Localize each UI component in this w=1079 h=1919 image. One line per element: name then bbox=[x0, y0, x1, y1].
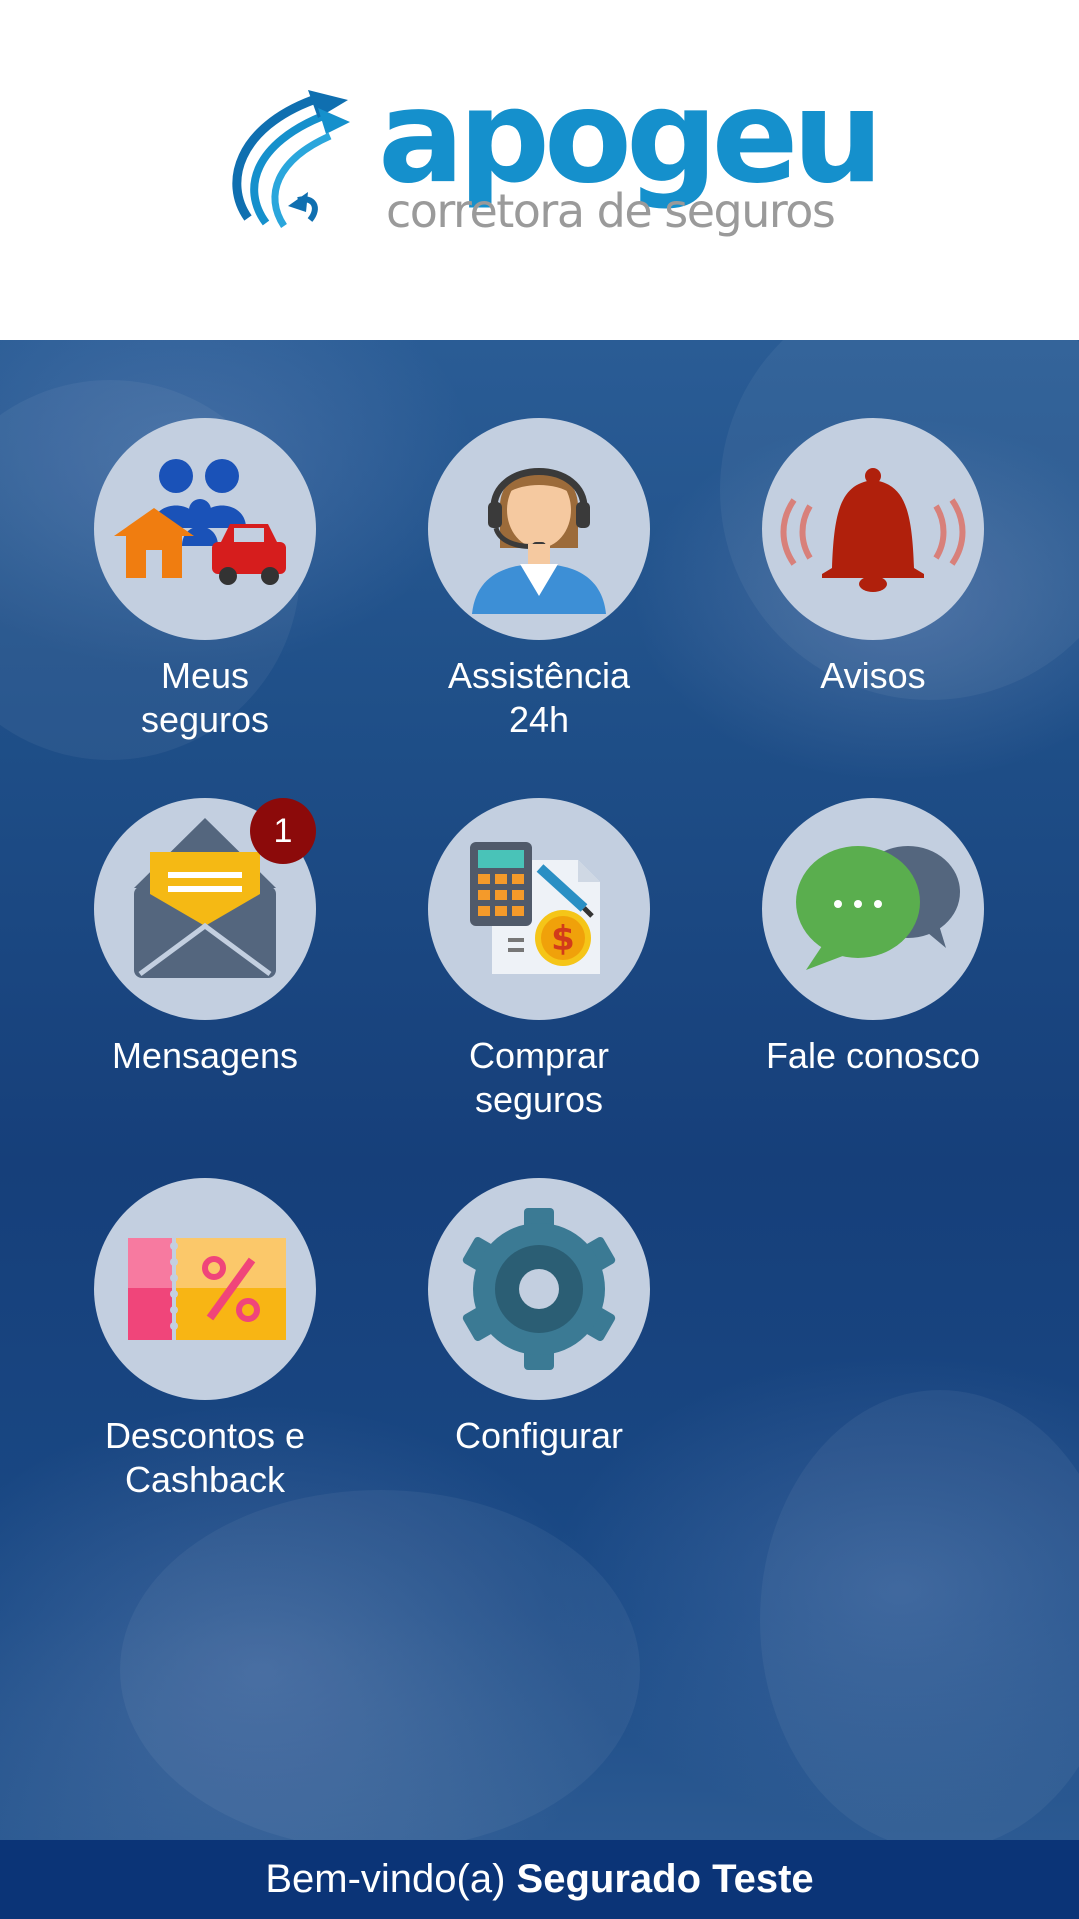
menu-item-label: Meus seguros bbox=[140, 655, 270, 740]
menu-item-label: Descontos e Cashback bbox=[104, 1415, 306, 1500]
background-blur-shape bbox=[760, 1390, 1079, 1840]
menu-item-meus-seguros[interactable]: Meus seguros bbox=[75, 418, 335, 742]
user-name: Segurado Teste bbox=[516, 1857, 814, 1901]
alarm-bell-icon bbox=[780, 468, 966, 592]
menu-item-label: Avisos bbox=[820, 655, 926, 696]
menu-icon-circle bbox=[428, 418, 650, 640]
discount-ticket-icon bbox=[128, 1238, 286, 1340]
menu-item-avisos[interactable]: Avisos bbox=[743, 418, 1003, 698]
header: apogeu corretora de seguros bbox=[0, 0, 1079, 340]
menu-icon-circle: $ bbox=[428, 798, 650, 1020]
gear-icon bbox=[462, 1208, 616, 1370]
menu-item-label: Mensagens bbox=[111, 1035, 299, 1076]
main-menu-area: Meus seguros Assistência 24h Avisos 1 Me… bbox=[0, 340, 1079, 1840]
menu-item-label: Configurar bbox=[454, 1415, 624, 1456]
menu-icon-circle bbox=[94, 1178, 316, 1400]
menu-item-mensagens[interactable]: 1 Mensagens bbox=[75, 798, 335, 1078]
menu-item-label: Fale conosco bbox=[765, 1035, 981, 1076]
family-home-car-icon bbox=[114, 459, 286, 585]
menu-item-configurar[interactable]: Configurar bbox=[409, 1178, 669, 1458]
menu-icon-circle: 1 bbox=[94, 798, 316, 1020]
menu-icon-circle bbox=[762, 418, 984, 640]
logo-tagline: corretora de seguros bbox=[386, 184, 836, 238]
menu-icon-circle bbox=[428, 1178, 650, 1400]
menu-item-assistencia-24h[interactable]: Assistência 24h bbox=[409, 418, 669, 742]
background-blur-shape bbox=[120, 1490, 640, 1840]
app-home-screen: apogeu corretora de seguros Meus seguros… bbox=[0, 0, 1079, 1919]
welcome-greeting: Bem-vindo(a) bbox=[265, 1857, 517, 1901]
menu-item-label: Assistência 24h bbox=[447, 655, 631, 740]
calculator-document-icon: $ bbox=[470, 842, 600, 974]
menu-item-comprar-seguros[interactable]: $ Comprar seguros bbox=[409, 798, 669, 1122]
arrows-swirl-logo-icon bbox=[232, 90, 350, 228]
menu-item-descontos-cashback[interactable]: Descontos e Cashback bbox=[75, 1178, 335, 1502]
svg-text:$: $ bbox=[551, 919, 575, 959]
menu-item-fale-conosco[interactable]: Fale conosco bbox=[743, 798, 1003, 1078]
menu-item-label: Comprar seguros bbox=[468, 1035, 610, 1120]
menu-icon-circle bbox=[94, 418, 316, 640]
call-center-agent-icon bbox=[472, 468, 606, 614]
unread-badge: 1 bbox=[250, 798, 316, 864]
chat-bubbles-icon bbox=[796, 846, 960, 970]
welcome-footer: Bem-vindo(a) Segurado Teste bbox=[0, 1840, 1079, 1919]
logo-wordmark: apogeu bbox=[378, 63, 883, 212]
menu-icon-circle bbox=[762, 798, 984, 1020]
logo: apogeu corretora de seguros bbox=[218, 74, 883, 248]
